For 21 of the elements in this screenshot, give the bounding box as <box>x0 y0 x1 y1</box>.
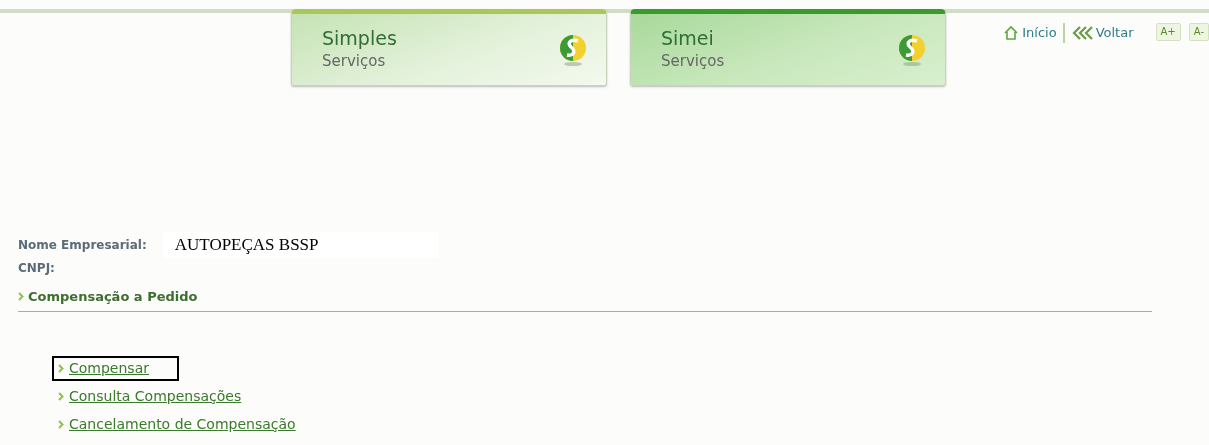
double-chevron-icon <box>1070 25 1093 40</box>
home-link[interactable]: Início <box>1003 23 1057 43</box>
section-title: Compensação a Pedido <box>28 288 198 306</box>
chevron-icon <box>58 391 64 401</box>
chevron-icon <box>18 292 24 302</box>
font-size-button[interactable]: A- <box>1188 23 1209 41</box>
menu-link[interactable]: Consulta Compensações <box>52 383 272 409</box>
menu-link[interactable]: Compensar <box>52 355 179 381</box>
field-label: Nome Empresarial: <box>18 236 147 254</box>
chevron-icon <box>58 419 64 429</box>
company-name: AUTOPEÇAS BSSP <box>162 232 439 258</box>
service-tab[interactable]: Simei Serviços <box>630 9 946 86</box>
s-logo-icon <box>897 32 927 67</box>
chevron-icon <box>58 363 64 373</box>
s-logo-icon <box>558 32 588 67</box>
field-label: CNPJ: <box>18 260 55 275</box>
back-link[interactable]: Voltar <box>1070 23 1134 43</box>
home-icon <box>1003 24 1020 41</box>
font-size-button[interactable]: A+ <box>1155 23 1181 41</box>
service-tab[interactable]: Simples Serviços <box>291 9 607 86</box>
menu-link[interactable]: Cancelamento de Compensação <box>52 411 326 437</box>
